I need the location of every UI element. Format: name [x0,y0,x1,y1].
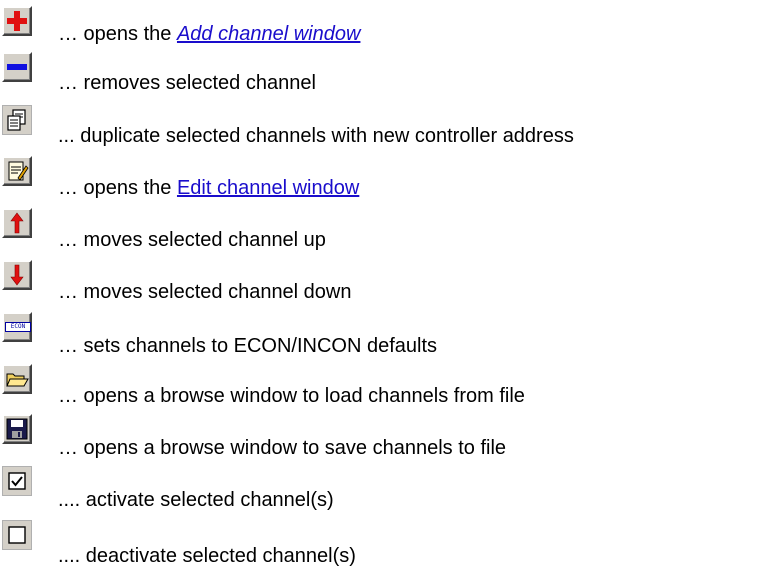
econ-icon-label: ECON [5,322,31,332]
legend-row-econ: ECON … sets channels to ECON/INCON defau… [0,312,759,364]
legend-row-deactivate: .... deactivate selected channel(s) [0,520,759,572]
legend-text-econ: … sets channels to ECON/INCON defaults [58,335,438,357]
legend-row-load: … opens a browse window to load channels… [0,364,759,416]
move-down-icon [2,260,32,290]
legend-row-save: … opens a browse window to save channels… [0,414,759,466]
legend-row-edit-channel: … opens the Edit channel window [0,156,759,208]
legend-text-remove-channel: … removes selected channel [58,72,316,94]
legend-text-move-up: … moves selected channel up [58,229,326,251]
add-channel-icon [2,6,32,36]
edit-channel-window-link[interactable]: Edit channel window [177,177,359,199]
move-up-icon [2,208,32,238]
legend-row-add-channel: … opens the Add channel window [0,0,759,52]
legend-row-move-up: … moves selected channel up [0,208,759,260]
legend-text-duplicate: ... duplicate selected channels with new… [58,125,574,147]
legend-text-move-down: … moves selected channel down [58,281,352,303]
duplicate-icon [2,105,32,135]
legend-row-activate: .... activate selected channel(s) [0,466,759,518]
open-folder-icon [2,364,32,394]
remove-channel-icon [2,52,32,82]
legend-text-load: … opens a browse window to load channels… [58,385,525,407]
legend-text-save: … opens a browse window to save channels… [58,437,507,459]
legend-row-duplicate: ... duplicate selected channels with new… [0,102,759,154]
legend-row-remove-channel: … removes selected channel [0,52,759,104]
add-channel-window-link[interactable]: Add channel window [177,23,360,45]
save-disk-icon [2,414,32,444]
legend-text-deactivate: .... deactivate selected channel(s) [58,545,356,567]
econ-icon: ECON [2,312,32,342]
checkbox-checked-icon [2,466,32,496]
legend-text-activate: .... activate selected channel(s) [58,489,334,511]
legend-text-edit-channel: … opens the Edit channel window [58,177,360,199]
legend-text-add-channel: … opens the Add channel window [58,23,361,45]
checkbox-empty-icon [2,520,32,550]
edit-channel-icon [2,156,32,186]
legend-row-move-down: … moves selected channel down [0,260,759,312]
